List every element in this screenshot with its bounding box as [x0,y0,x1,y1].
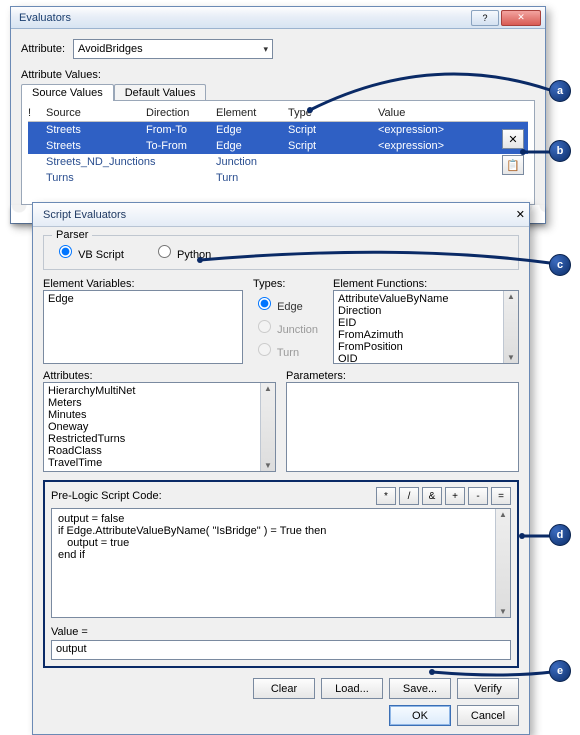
element-variables-list[interactable]: Edge [43,290,243,364]
script-evaluators-dialog: Script Evaluators ✕ Parser VB Script Pyt… [32,202,530,735]
prelogic-label: Pre-Logic Script Code: [51,490,376,502]
properties-icon: 📋 [506,159,520,172]
callout-c: c [549,254,571,276]
col-value[interactable]: Value [378,107,478,119]
list-item[interactable]: Meters [48,397,271,409]
list-item[interactable]: FromPosition [338,341,514,353]
prelogic-code-input[interactable]: output = false if Edge.AttributeValueByN… [51,508,511,618]
list-item[interactable]: Oneway [48,421,271,433]
list-item[interactable]: Edge [48,293,238,305]
op-plus-button[interactable]: + [445,487,465,505]
col-type[interactable]: Type [288,107,378,119]
list-item[interactable]: TravelTime [48,457,271,469]
verify-button[interactable]: Verify [457,678,519,699]
radio-python[interactable]: Python [153,249,211,261]
op-equals-button[interactable]: = [491,487,511,505]
radio-type-edge[interactable]: Edge [253,294,323,313]
attributes-label: Attributes: [43,370,276,382]
delete-button[interactable]: ✕ [502,129,524,149]
col-source[interactable]: Source [46,107,146,119]
properties-button[interactable]: 📋 [502,155,524,175]
attribute-label: Attribute: [21,43,73,55]
close-button[interactable]: ✕ [501,10,541,26]
x-icon: ✕ [508,133,517,146]
radio-vbscript[interactable]: VB Script [54,249,124,261]
parser-label: Parser [52,229,92,241]
op-multiply-button[interactable]: * [376,487,396,505]
scrollbar[interactable] [503,291,518,363]
callout-b: b [549,140,571,162]
list-item[interactable]: Minutes [48,409,271,421]
script-titlebar: Script Evaluators ✕ [33,203,529,227]
col-direction[interactable]: Direction [146,107,216,119]
radio-type-turn: Turn [253,340,323,359]
list-item[interactable]: FromAzimuth [338,329,514,341]
clear-button[interactable]: Clear [253,678,315,699]
load-button[interactable]: Load... [321,678,383,699]
list-item[interactable]: HierarchyMultiNet [48,385,271,397]
close-button[interactable]: ✕ [516,208,525,221]
evaluators-dialog: Evaluators ? ✕ Attribute: AvoidBridges A… [10,6,546,224]
parameters-list[interactable] [286,382,519,472]
list-item[interactable]: OID [338,353,514,364]
attribute-values-label: Attribute Values: [21,69,535,81]
table-row[interactable]: StreetsTo-FromEdgeScript<expression> [28,138,528,154]
parser-group: Parser VB Script Python [43,235,519,270]
attribute-value: AvoidBridges [78,43,143,55]
radio-vbscript-input[interactable] [59,245,72,258]
help-button[interactable]: ? [471,10,499,26]
tab-default-values[interactable]: Default Values [114,84,207,101]
evaluators-title: Evaluators [19,12,469,24]
types-label: Types: [253,278,323,290]
callout-a: a [549,80,571,102]
attributes-list[interactable]: HierarchyMultiNet Meters Minutes Oneway … [43,382,276,472]
value-input[interactable]: output [51,640,511,660]
element-functions-list[interactable]: AttributeValueByName Direction EID FromA… [333,290,519,364]
list-item[interactable]: RestrictedTurns [48,433,271,445]
values-grid: ! Source Direction Element Type Value St… [21,100,535,205]
evaluators-titlebar: Evaluators ? ✕ [11,7,545,29]
op-concat-button[interactable]: & [422,487,442,505]
value-label: Value = [51,626,511,638]
list-item[interactable]: AttributeValueByName [338,293,514,305]
table-row[interactable]: TurnsTurn [28,170,528,186]
list-item[interactable]: RoadClass [48,445,271,457]
save-button[interactable]: Save... [389,678,451,699]
col-element[interactable]: Element [216,107,288,119]
cancel-button[interactable]: Cancel [457,705,519,726]
list-item[interactable]: EID [338,317,514,329]
parameters-label: Parameters: [286,370,519,382]
op-minus-button[interactable]: - [468,487,488,505]
op-divide-button[interactable]: / [399,487,419,505]
scrollbar[interactable] [495,509,510,617]
list-item[interactable]: Direction [338,305,514,317]
radio-type-junction: Junction [253,317,323,336]
callout-e: e [549,660,571,682]
scrollbar[interactable] [260,383,275,471]
script-title: Script Evaluators [43,209,516,221]
prelogic-frame: Pre-Logic Script Code: * / & + - = outpu… [43,480,519,668]
table-row[interactable]: Streets_ND_JunctionsJunction [28,154,528,170]
element-variables-label: Element Variables: [43,278,243,290]
radio-python-input[interactable] [158,245,171,258]
callout-d: d [549,524,571,546]
ok-button[interactable]: OK [389,705,451,726]
col-bang[interactable]: ! [28,107,46,119]
element-functions-label: Element Functions: [333,278,519,290]
attribute-combo[interactable]: AvoidBridges [73,39,273,59]
tab-source-values[interactable]: Source Values [21,84,114,101]
table-row[interactable]: StreetsFrom-ToEdgeScript<expression> [28,122,528,138]
